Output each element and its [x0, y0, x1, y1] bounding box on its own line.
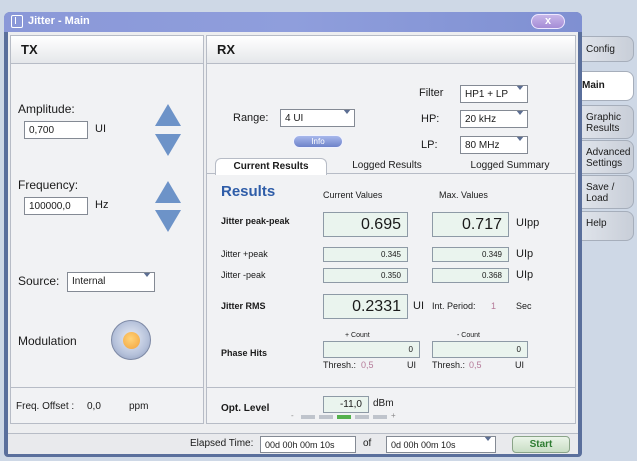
tab-advanced-settings[interactable]: Advanced Settings [582, 140, 634, 174]
hp-label: HP: [421, 113, 440, 125]
tab-save-load[interactable]: Save / Load [582, 175, 634, 209]
amplitude-up-icon[interactable] [155, 104, 181, 126]
freq-offset-label: Freq. Offset : [16, 401, 75, 412]
thresh-minus-label: Thresh.: [432, 360, 466, 370]
int-period-label: Int. Period: [432, 301, 476, 311]
modulation-label: Modulation [18, 334, 77, 348]
lp-label: LP: [421, 139, 438, 151]
client-area: TX Amplitude: 0,700 UI Frequency: 100000… [8, 32, 578, 433]
jitter-rms-value: 0.2331 [323, 294, 408, 319]
frequency-down-icon[interactable] [155, 210, 181, 232]
main-window: Jitter - Main x TX Amplitude: 0,700 UI F… [4, 12, 582, 457]
start-button[interactable]: Start [512, 436, 570, 453]
tab-graphic-results[interactable]: Graphic Results [582, 105, 634, 139]
jitter-pp-max: 0.717 [432, 212, 509, 237]
tx-panel: TX Amplitude: 0,700 UI Frequency: 100000… [10, 35, 204, 424]
thresh-plus-value[interactable]: 0,5 [361, 360, 374, 370]
tab-config[interactable]: Config [582, 36, 634, 62]
elapsed-value: 00d 00h 00m 10s [260, 436, 356, 453]
opt-level-bar [301, 415, 389, 419]
int-period-value: 1 [491, 301, 497, 311]
thresh-plus-label: Thresh.: [323, 360, 357, 370]
max-values-header: Max. Values [439, 190, 488, 200]
plus-count-value: 0 [323, 341, 420, 358]
opt-level-unit: dBm [373, 398, 394, 409]
filter-label: Filter [419, 87, 444, 99]
minus-count-value: 0 [432, 341, 528, 358]
frequency-label: Frequency: [18, 178, 79, 192]
modulation-led-icon [123, 332, 140, 349]
jitter-rms-unit: UI [413, 300, 424, 312]
range-label: Range: [233, 112, 269, 124]
of-label: of [363, 438, 372, 449]
jitter-minus-unit: UIp [516, 269, 534, 281]
current-values-header: Current Values [323, 190, 383, 200]
freq-offset-value: 0,0 [87, 401, 101, 412]
amplitude-down-icon[interactable] [155, 134, 181, 156]
window-title: Jitter - Main [28, 15, 90, 27]
minus-count-label: - Count [457, 332, 480, 339]
tx-divider [11, 387, 203, 388]
plus-count-label: + Count [345, 332, 370, 339]
info-button[interactable]: Info [293, 135, 343, 148]
results-title: Results [221, 183, 276, 200]
frequency-unit: Hz [95, 199, 109, 211]
tab-current-results[interactable]: Current Results [215, 158, 327, 175]
jitter-plus-max: 0.349 [432, 247, 509, 262]
source-label: Source: [18, 274, 60, 288]
total-time-select[interactable]: 0d 00h 00m 10s [386, 436, 496, 453]
jitter-minus-current: 0.350 [323, 268, 408, 283]
opt-level-minus: - [291, 411, 294, 420]
jitter-plus-unit: UIp [516, 248, 534, 260]
modulation-toggle-button[interactable] [111, 320, 151, 360]
opt-level-plus: + [391, 411, 396, 420]
jitter-pp-label: Jitter peak-peak [221, 216, 290, 226]
tx-title: TX [11, 36, 203, 64]
amplitude-label: Amplitude: [18, 102, 75, 116]
rx-panel: RX Range: 4 UI Info Filter HP1 + LP HP: … [206, 35, 576, 424]
amplitude-input[interactable]: 0,700 [24, 121, 88, 139]
jitter-minus-max: 0.368 [432, 268, 509, 283]
opt-level-value: -11,0 [323, 396, 369, 413]
opt-level-label: Opt. Level [221, 403, 270, 414]
tab-help[interactable]: Help [582, 211, 634, 241]
hp-select[interactable]: 20 kHz [460, 110, 528, 128]
rx-divider [207, 387, 575, 388]
thresh-minus-unit: UI [515, 360, 524, 370]
tab-logged-summary[interactable]: Logged Summary [447, 158, 573, 173]
frequency-input[interactable]: 100000,0 [24, 197, 88, 215]
close-button[interactable]: x [531, 14, 565, 29]
tab-logged-results[interactable]: Logged Results [332, 158, 442, 173]
frequency-up-icon[interactable] [155, 181, 181, 203]
footer-bar: Elapsed Time: 00d 00h 00m 10s of 0d 00h … [8, 433, 578, 454]
phase-hits-label: Phase Hits [221, 348, 268, 358]
amplitude-unit: UI [95, 123, 106, 135]
jitter-rms-label: Jitter RMS [221, 301, 266, 311]
jitter-minus-label: Jitter -peak [221, 270, 266, 280]
title-bar: Jitter - Main x [4, 12, 582, 32]
range-select[interactable]: 4 UI [280, 109, 355, 127]
tab-main[interactable]: Main [578, 71, 634, 101]
jitter-plus-current: 0.345 [323, 247, 408, 262]
freq-offset-unit: ppm [129, 401, 149, 412]
source-select[interactable]: Internal [67, 272, 155, 292]
window-icon [11, 15, 23, 28]
jitter-plus-label: Jitter +peak [221, 249, 268, 259]
lp-select[interactable]: 80 MHz [460, 136, 528, 154]
int-period-unit: Sec [516, 301, 532, 311]
rx-title: RX [207, 36, 575, 64]
jitter-pp-unit: UIpp [516, 217, 540, 229]
elapsed-label: Elapsed Time: [190, 438, 254, 449]
thresh-plus-unit: UI [407, 360, 416, 370]
jitter-pp-current: 0.695 [323, 212, 408, 237]
filter-select[interactable]: HP1 + LP [460, 85, 528, 103]
thresh-minus-value[interactable]: 0,5 [469, 360, 482, 370]
